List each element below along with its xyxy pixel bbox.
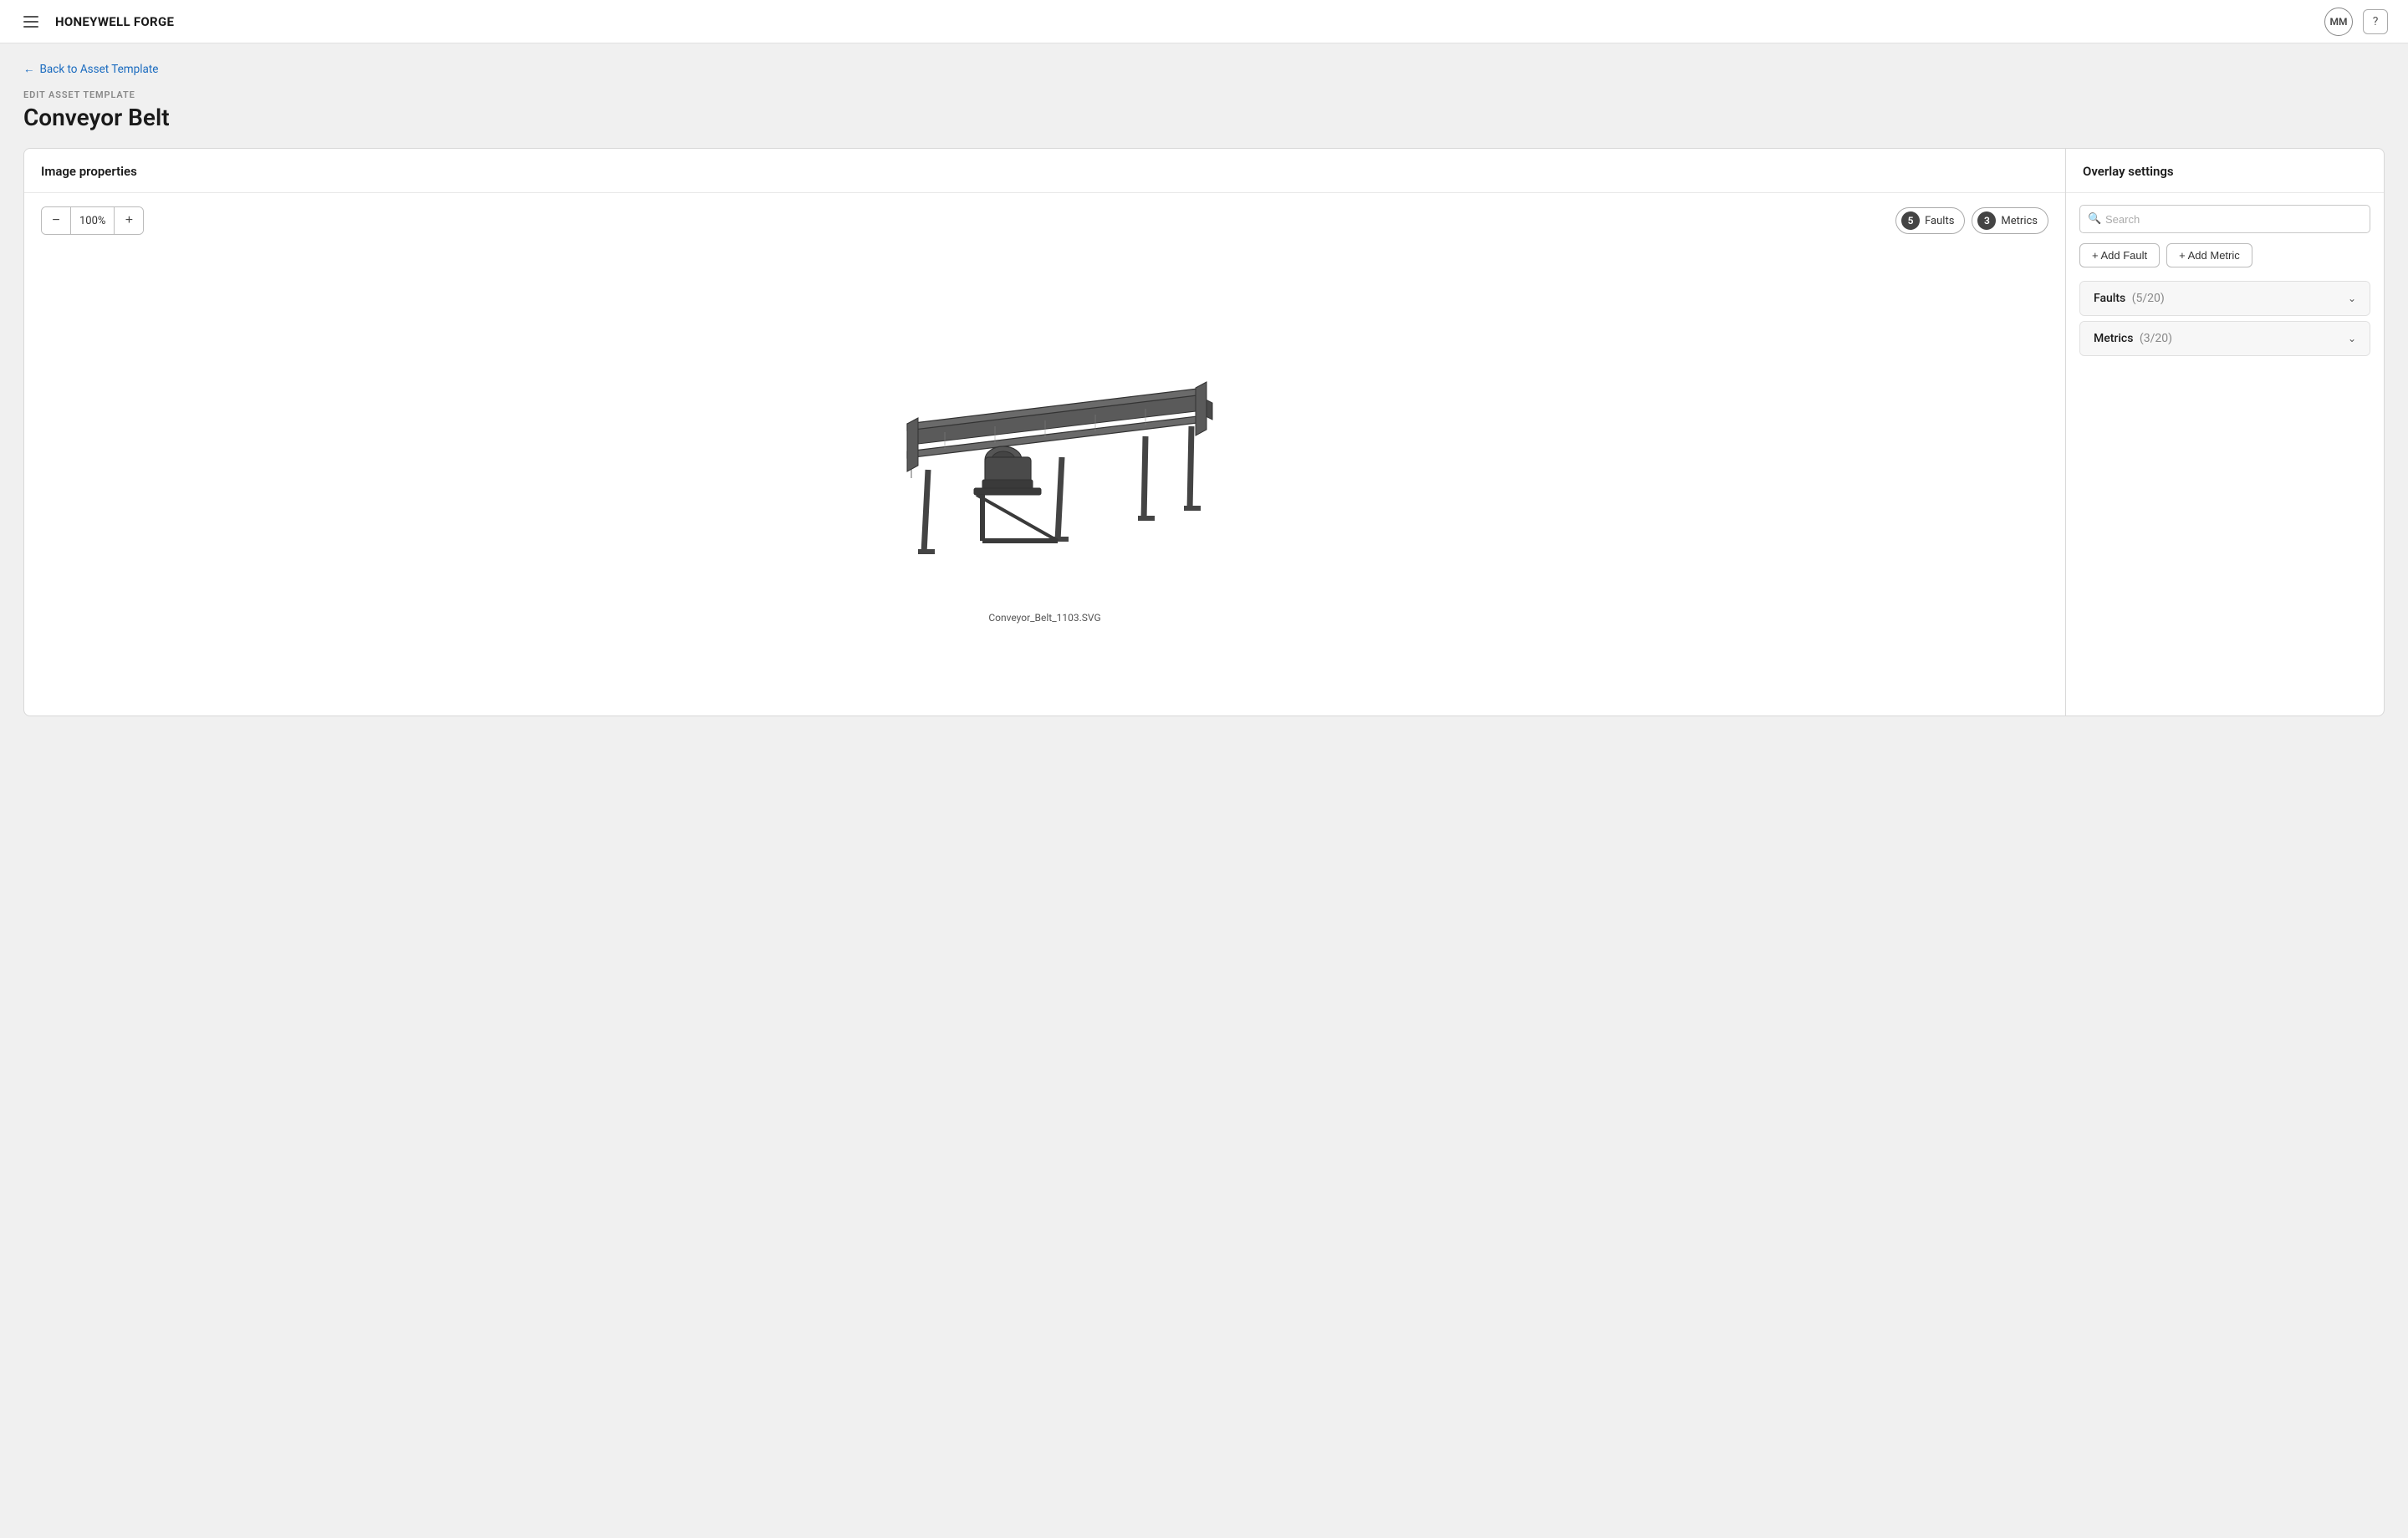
back-link-label: Back to Asset Template — [40, 63, 159, 76]
page-header: EDIT ASSET TEMPLATE Conveyor Belt — [23, 89, 2385, 131]
back-link[interactable]: ← Back to Asset Template — [23, 63, 158, 76]
help-icon: ? — [2373, 15, 2379, 28]
faults-badge[interactable]: 5 Faults — [1895, 207, 1965, 234]
faults-accordion-title: Faults (5/20) — [2094, 292, 2165, 305]
add-metric-button[interactable]: + Add Metric — [2166, 243, 2252, 267]
zoom-value: 100% — [70, 207, 115, 234]
image-filename: Conveyor_Belt_1103.SVG — [988, 612, 1100, 624]
zoom-in-button[interactable]: + — [115, 207, 143, 234]
image-properties-body: − 100% + 5 Faults 3 Metrics — [24, 193, 2065, 716]
topnav-left: HONEYWELL FORGE — [20, 13, 174, 31]
topnav-right: MM ? — [2324, 8, 2388, 36]
metrics-badge-count: 3 — [1977, 211, 1996, 230]
search-input[interactable] — [2079, 205, 2370, 233]
topnav: HONEYWELL FORGE MM ? — [0, 0, 2408, 43]
overlay-settings-body: 🔍 + Add Fault + Add Metric Faults (5/20) — [2066, 193, 2384, 716]
brand-logo: HONEYWELL FORGE — [55, 14, 174, 29]
conveyor-image-wrapper: Conveyor_Belt_1103.SVG — [844, 328, 1246, 624]
faults-badge-count: 5 — [1901, 211, 1920, 230]
metrics-badge-label: Metrics — [2001, 215, 2038, 227]
conveyor-belt-image — [844, 328, 1246, 595]
main-card: Image properties − 100% + 5 Faults — [23, 148, 2385, 716]
metrics-chevron-icon: ⌄ — [2348, 333, 2356, 344]
image-properties-header: Image properties — [24, 149, 2065, 193]
metrics-accordion-header[interactable]: Metrics (3/20) ⌄ — [2080, 322, 2370, 355]
help-icon-btn[interactable]: ? — [2363, 9, 2388, 34]
page-title: Conveyor Belt — [23, 104, 2385, 131]
hamburger-icon[interactable] — [20, 13, 42, 31]
metrics-accordion-title: Metrics (3/20) — [2094, 332, 2172, 345]
faults-badge-label: Faults — [1925, 215, 1954, 227]
overlay-settings-header: Overlay settings — [2066, 149, 2384, 193]
right-panel: Overlay settings 🔍 + Add Fault + Add Met… — [2066, 149, 2384, 716]
avatar[interactable]: MM — [2324, 8, 2353, 36]
metrics-accordion: Metrics (3/20) ⌄ — [2079, 321, 2370, 356]
metrics-badge[interactable]: 3 Metrics — [1972, 207, 2048, 234]
search-wrapper: 🔍 — [2079, 205, 2370, 233]
faults-chevron-icon: ⌄ — [2348, 293, 2356, 304]
image-area: Conveyor_Belt_1103.SVG — [41, 248, 2048, 702]
left-panel: Image properties − 100% + 5 Faults — [24, 149, 2066, 716]
faults-accordion: Faults (5/20) ⌄ — [2079, 281, 2370, 316]
add-fault-button[interactable]: + Add Fault — [2079, 243, 2160, 267]
zoom-out-button[interactable]: − — [42, 207, 70, 234]
zoom-row: − 100% + 5 Faults 3 Metrics — [41, 206, 2048, 235]
zoom-controls: − 100% + — [41, 206, 144, 235]
back-arrow-icon: ← — [23, 63, 35, 76]
page-content: ← Back to Asset Template EDIT ASSET TEMP… — [0, 43, 2408, 740]
add-btns-row: + Add Fault + Add Metric — [2079, 243, 2370, 267]
faults-accordion-header[interactable]: Faults (5/20) ⌄ — [2080, 282, 2370, 315]
badge-row: 5 Faults 3 Metrics — [1895, 207, 2048, 234]
search-icon: 🔍 — [2088, 213, 2101, 226]
page-header-subtitle: EDIT ASSET TEMPLATE — [23, 89, 2385, 100]
